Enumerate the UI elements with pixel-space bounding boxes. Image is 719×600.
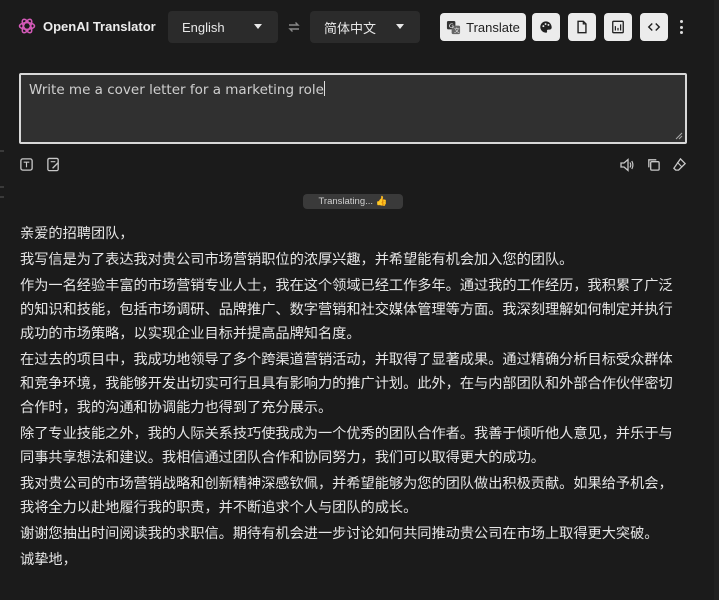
output-paragraph: 谢谢您抽出时间阅读我的求职信。期待有机会进一步讨论如何共同推动贵公司在市场上取得… bbox=[20, 526, 659, 542]
target-language-select[interactable]: 简体中文 bbox=[310, 11, 420, 43]
translate-button[interactable]: G 文 Translate bbox=[440, 13, 526, 41]
edge-divider bbox=[0, 186, 4, 188]
chevron-down-icon bbox=[254, 24, 262, 29]
source-text-input[interactable]: Write me a cover letter for a marketing … bbox=[19, 73, 687, 144]
edit-note-icon bbox=[47, 157, 59, 172]
brand: OpenAI Translator bbox=[17, 16, 156, 36]
translate-button-label: Translate bbox=[466, 19, 520, 35]
code-button[interactable] bbox=[640, 13, 668, 41]
code-icon bbox=[647, 23, 661, 31]
clear-button[interactable] bbox=[672, 157, 688, 173]
chevron-down-icon bbox=[396, 24, 404, 29]
eraser-icon bbox=[673, 157, 687, 171]
output-paragraph: 诚挚地， bbox=[20, 552, 77, 568]
openai-logo-icon bbox=[18, 18, 36, 34]
copy-button[interactable] bbox=[646, 157, 662, 173]
copy-icon bbox=[648, 159, 660, 171]
status-badge: Translating... 👍 bbox=[303, 194, 403, 209]
edge-divider bbox=[0, 196, 4, 198]
output-paragraph: 我对贵公司的市场营销战略和创新精神深感钦佩，并希望能够为您的团队做出积极贡献。如… bbox=[20, 476, 673, 516]
speaker-icon bbox=[620, 158, 634, 172]
app-title: OpenAI Translator bbox=[43, 18, 156, 34]
source-language-value: English bbox=[182, 19, 225, 35]
target-language-value: 简体中文 bbox=[324, 20, 377, 36]
source-language-select[interactable]: English bbox=[168, 11, 278, 43]
output-paragraph: 亲爱的招聘团队， bbox=[20, 226, 134, 242]
swap-arrows-icon[interactable] bbox=[286, 19, 302, 35]
file-button[interactable] bbox=[568, 13, 596, 41]
screenshot-button[interactable] bbox=[46, 157, 62, 173]
edge-divider bbox=[0, 150, 4, 152]
settings-panel-icon bbox=[612, 20, 624, 34]
more-vertical-icon[interactable] bbox=[676, 19, 686, 35]
speak-button[interactable] bbox=[619, 157, 635, 173]
translate-icon: G 文 bbox=[447, 20, 461, 34]
text-cursor bbox=[323, 81, 325, 96]
output-paragraph: 作为一名经验丰富的市场营销专业人士，我在这个领域已经工作多年。通过我的工作经历，… bbox=[20, 278, 673, 342]
settings-button[interactable] bbox=[604, 13, 632, 41]
resize-handle-icon[interactable] bbox=[675, 132, 683, 140]
palette-icon bbox=[540, 21, 552, 33]
output-paragraph: 我写信是为了表达我对贵公司市场营销职位的浓厚兴趣，并希望能有机会加入您的团队。 bbox=[20, 252, 574, 268]
header: OpenAI Translator English 简体中文 G 文 Trans… bbox=[0, 0, 719, 56]
theme-button[interactable] bbox=[532, 13, 560, 41]
svg-text:文: 文 bbox=[454, 26, 460, 34]
input-tool-button[interactable] bbox=[19, 157, 35, 173]
output-paragraph: 除了专业技能之外，我的人际关系技巧使我成为一个优秀的团队合作者。我善于倾听他人意… bbox=[20, 426, 673, 466]
book-icon bbox=[20, 158, 33, 171]
file-icon bbox=[577, 20, 587, 34]
app-window: OpenAI Translator English 简体中文 G 文 Trans… bbox=[0, 0, 719, 600]
translation-output: 亲爱的招聘团队， 我写信是为了表达我对贵公司市场营销职位的浓厚兴趣，并希望能有机… bbox=[20, 222, 684, 574]
scrollbar[interactable] bbox=[714, 0, 719, 600]
output-paragraph: 在过去的项目中，我成功地领导了多个跨渠道营销活动，并取得了显著成果。通过精确分析… bbox=[20, 352, 673, 416]
source-text-value: Write me a cover letter for a marketing … bbox=[29, 82, 324, 98]
